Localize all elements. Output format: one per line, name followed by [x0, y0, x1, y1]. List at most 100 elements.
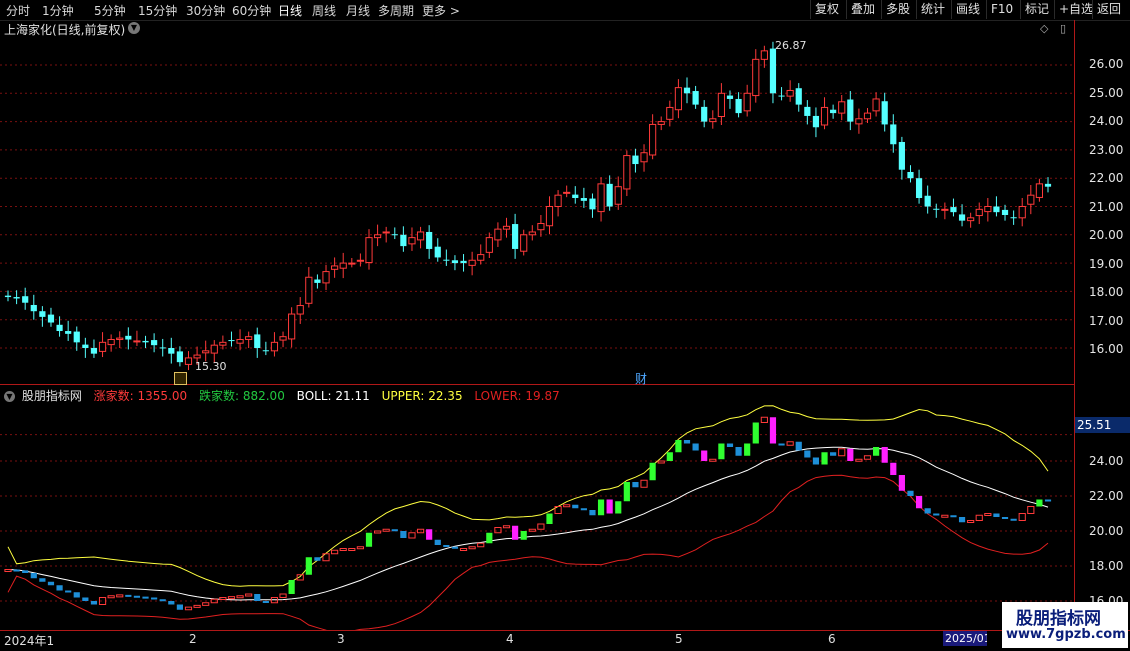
high-price-label: 26.87	[775, 39, 807, 52]
diamond-icon[interactable]: ◇	[1040, 22, 1048, 35]
candle-body-up	[752, 58, 760, 97]
candle-body-down	[460, 260, 467, 264]
candle-body-up	[322, 271, 330, 284]
candle-body-up	[365, 237, 373, 264]
candle-body-up	[709, 118, 717, 123]
candle-body-down	[73, 331, 80, 343]
indicator-bar-green	[718, 443, 725, 460]
right-axis-line	[1074, 20, 1075, 630]
candle-body-down	[13, 297, 20, 299]
candle-body-up	[116, 337, 124, 341]
chevron-down-icon[interactable]: ▼	[128, 22, 140, 34]
indicator-bar-down	[950, 515, 957, 518]
candle-body-down	[950, 207, 957, 213]
y-tick-label: 16.00	[1089, 342, 1124, 356]
candle-body-up	[288, 313, 296, 340]
indicator-bar-magenta	[881, 447, 888, 463]
candle-body-up	[657, 121, 665, 125]
indicator-bar-up	[339, 548, 347, 551]
indicator-bar-up	[640, 479, 648, 488]
candle-body-down	[254, 334, 261, 348]
boll-label: BOLL: 21.11	[296, 389, 370, 403]
candle-body-down	[82, 344, 89, 348]
chevron-down-icon[interactable]: ▼	[4, 391, 15, 402]
indicator-bar-up	[279, 593, 287, 598]
indicator-bar-up	[356, 546, 364, 550]
candle-body-down	[847, 99, 854, 122]
indicator-bar-up	[967, 520, 975, 523]
candle-body-down	[632, 155, 639, 165]
candle-body-down	[443, 259, 450, 261]
indicator-bar-up	[855, 458, 863, 462]
indicator-bar-down	[958, 517, 966, 523]
indicator-bar-down	[47, 581, 55, 586]
indicator-name[interactable]: 股朋指标网	[22, 389, 82, 403]
candle-body-up	[133, 340, 141, 343]
candle-body-up	[838, 101, 846, 114]
candle-body-down	[701, 106, 708, 122]
indicator-bar-down	[22, 570, 29, 573]
indicator-bar-magenta	[701, 450, 708, 461]
candle-body-down	[512, 224, 519, 249]
candle-body-up	[623, 155, 631, 190]
candle-body-up	[477, 254, 485, 261]
indicator-bar-down	[726, 443, 734, 447]
indicator-bar-green	[597, 499, 605, 516]
indicator-bar-green	[675, 440, 682, 453]
chart-tools: ◇ ▯	[1040, 22, 1066, 35]
indicator-bar-green	[821, 452, 828, 465]
indicator-bar-up	[373, 530, 382, 534]
y-tick-label: 25.00	[1089, 86, 1124, 100]
candle-body-down	[56, 324, 63, 332]
indicator-bar-down	[39, 578, 46, 582]
indicator-bar-green	[520, 531, 527, 540]
candle-body-down	[606, 183, 613, 207]
candle-body-down	[726, 95, 734, 99]
candle-body-down	[426, 231, 433, 249]
candle-body-up	[1018, 206, 1026, 219]
financial-report-marker[interactable]: 财	[635, 370, 647, 387]
indicator-bar-down	[254, 594, 261, 601]
indicator-bar-up	[537, 523, 545, 530]
candle-body-up	[941, 208, 949, 211]
candle-body-down	[580, 198, 587, 201]
x-tick-label: 5	[675, 632, 683, 646]
candle-body-up	[984, 206, 992, 213]
candle-body-down	[47, 314, 55, 323]
indicator-bar-down	[451, 546, 459, 549]
candle-body-down	[451, 260, 459, 264]
candle-body-up	[863, 112, 872, 120]
candle-body-down	[168, 348, 175, 354]
indicator-bar-down	[56, 585, 63, 591]
candle-body-down	[22, 296, 29, 303]
indicator-bar-up	[657, 460, 665, 464]
pane-divider[interactable]	[0, 384, 1074, 385]
lower-label: LOWER: 19.87	[474, 389, 560, 403]
indicator-bar-magenta	[898, 475, 905, 491]
indicator-header: ▼ 股朋指标网 涨家数: 1355.00 跌家数: 882.00 BOLL: 2…	[4, 387, 568, 404]
candle-body-up	[339, 262, 347, 269]
candle-body-down	[993, 206, 1000, 213]
chart-canvas[interactable]	[0, 0, 1130, 650]
indicator-bar-magenta	[426, 529, 433, 540]
indicator-bar-down	[589, 510, 596, 516]
indicator-bar-up	[245, 593, 253, 597]
indicator-bar-up	[4, 569, 12, 572]
indicator-bar-down	[572, 504, 579, 509]
layout-icon[interactable]: ▯	[1060, 22, 1066, 35]
upper-label: UPPER: 22.35	[381, 389, 463, 403]
indicator-bar-down	[159, 599, 166, 602]
candle-body-up	[554, 194, 562, 207]
x-tick-label: 2	[189, 632, 197, 646]
indicator-bar-down	[632, 482, 639, 488]
indicator-bar-down	[125, 594, 132, 597]
indicator-bar-up	[941, 514, 949, 518]
indicator-bar-down	[580, 508, 587, 511]
candle-body-up	[760, 50, 768, 60]
candle-body-up	[649, 123, 657, 156]
indicator-bar-up	[382, 528, 390, 532]
candle-body-up	[975, 208, 983, 217]
event-marker-icon[interactable]	[174, 372, 187, 385]
candle-body-up	[270, 341, 279, 352]
indicator-bar-down	[778, 443, 785, 446]
